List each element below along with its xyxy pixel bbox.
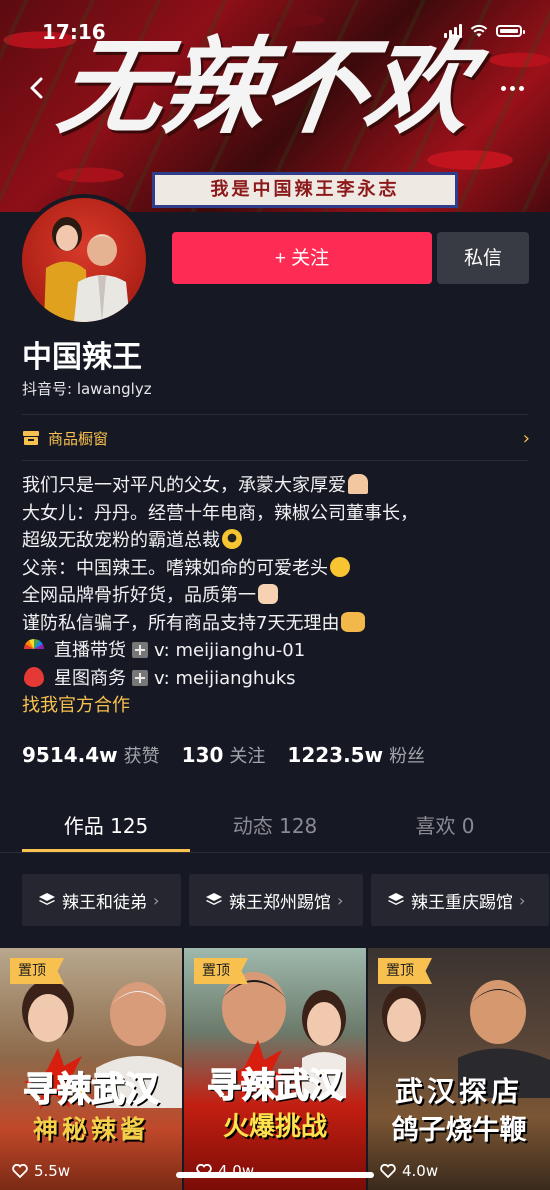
sunglasses-emoji-icon [222, 529, 242, 549]
shop-window-entry[interactable]: 商品橱窗 › [22, 425, 530, 451]
divider [22, 414, 528, 415]
plus-icon [132, 669, 148, 686]
chevron-right-icon: › [337, 890, 344, 910]
stat-followers[interactable]: 1223.5w 粉丝 [287, 742, 425, 768]
heart-icon [12, 1164, 28, 1178]
pinned-badge: 置顶 [194, 958, 248, 984]
avatar[interactable] [18, 194, 150, 326]
content-tabs: 作品 125 动态 128 喜欢 0 [0, 800, 550, 854]
more-icon[interactable] [496, 78, 528, 98]
layers-icon [388, 893, 404, 905]
video-tile[interactable]: 置顶 寻辣武汉 神秘辣酱 5.5w [0, 948, 182, 1190]
bio-line: 超级无敌宠粉的霸道总裁 [22, 527, 532, 555]
chevron-right-icon: › [519, 890, 526, 910]
collection-chip[interactable]: 辣王重庆踢馆 › [371, 874, 549, 926]
divider [0, 852, 550, 853]
shop-label: 商品橱窗 [48, 429, 109, 448]
status-icons [444, 24, 525, 38]
layers-icon [206, 893, 222, 905]
video-subtitle: 火爆挑战 [222, 1112, 327, 1142]
bio-line: 星图商务 v: meijianghuks [22, 665, 532, 693]
stat-following[interactable]: 130 关注 [182, 742, 266, 768]
chevron-right-icon: › [153, 890, 160, 910]
bio-line: 直播带货 v: meijianghu-01 [22, 637, 532, 665]
home-indicator[interactable] [176, 1172, 374, 1178]
video-grid: 置顶 寻辣武汉 神秘辣酱 5.5w 置顶 寻辣武汉 火爆挑战 4.0w 置顶 武… [0, 948, 550, 1190]
video-thumbnail [382, 980, 550, 1098]
wifi-icon [470, 24, 488, 37]
thumbs-up-emoji-icon [258, 584, 278, 604]
tab-likes[interactable]: 喜欢 0 [360, 800, 530, 852]
signal-icon [444, 24, 462, 38]
layers-icon [39, 893, 55, 905]
plus-icon [132, 642, 148, 658]
follow-button[interactable]: + 关注 [172, 232, 432, 284]
banner-subtitle: 我是中国辣王李永志 [152, 172, 458, 208]
collection-chip[interactable]: 辣王和徒弟 › [22, 874, 181, 926]
back-icon[interactable] [22, 72, 54, 104]
bio: 我们只是一对平凡的父女，承蒙大家厚爱 大女儿：丹丹。经营十年电商，辣椒公司董事长… [22, 472, 532, 720]
video-subtitle: 神秘辣酱 [32, 1115, 149, 1144]
heart-icon [380, 1164, 396, 1178]
like-count: 4.0w [380, 1162, 438, 1180]
chevron-right-icon: › [522, 427, 530, 449]
video-title: 寻辣武汉 [206, 1065, 344, 1107]
like-count: 5.5w [12, 1162, 70, 1180]
stat-likes: 9514.4w 获赞 [22, 743, 160, 767]
video-subtitle: 鸽子烧牛鞭 [391, 1115, 527, 1146]
collection-chip[interactable]: 辣王郑州踢馆 › [189, 874, 363, 926]
status-bar: 17:16 [0, 0, 550, 60]
collection-chips: 辣王和徒弟 › 辣王郑州踢馆 › 辣王重庆踢馆 › [22, 874, 549, 926]
smile-emoji-icon [330, 556, 350, 577]
video-title: 寻辣武汉 [22, 1069, 160, 1111]
bio-line: 我们只是一对平凡的父女，承蒙大家厚爱 [22, 472, 532, 500]
bio-line: 父亲：中国辣王。嗜辣如命的可爱老头 [22, 555, 532, 583]
tab-posts[interactable]: 动态 128 [190, 800, 360, 852]
battery-icon [496, 25, 525, 37]
video-title: 武汉探店 [394, 1075, 523, 1108]
tab-works[interactable]: 作品 125 [21, 800, 191, 852]
message-button[interactable]: 私信 [437, 232, 529, 284]
pinned-badge: 置顶 [10, 958, 64, 984]
stats-row: 9514.4w 获赞 130 关注 1223.5w 粉丝 [22, 742, 425, 768]
douyin-id: 抖音号: lawanglyz [22, 380, 152, 398]
heart-emoji-icon [24, 666, 44, 687]
video-tile[interactable]: 置顶 武汉探店 鸽子烧牛鞭 4.0w [368, 948, 550, 1190]
avatar-photo [44, 217, 130, 322]
profile-name: 中国辣王 [22, 340, 142, 375]
bio-line: 大女儿：丹丹。经营十年电商，辣椒公司董事长， [22, 502, 418, 524]
handshake-emoji-icon [341, 611, 366, 632]
bio-line: 全网品牌骨折好货，品质第一 [22, 582, 532, 610]
pray-emoji-icon [348, 474, 368, 494]
video-tile[interactable]: 置顶 寻辣武汉 火爆挑战 4.0w [184, 948, 366, 1190]
shop-icon [23, 431, 39, 445]
status-time: 17:16 [42, 20, 106, 44]
divider [22, 460, 528, 461]
rainbow-emoji-icon [24, 639, 44, 659]
pinned-badge: 置顶 [378, 958, 432, 984]
official-cooperation-link[interactable]: 找我官方合作 [22, 692, 532, 720]
bio-line: 谨防私信骗子，所有商品支持7天无理由 [22, 610, 532, 638]
